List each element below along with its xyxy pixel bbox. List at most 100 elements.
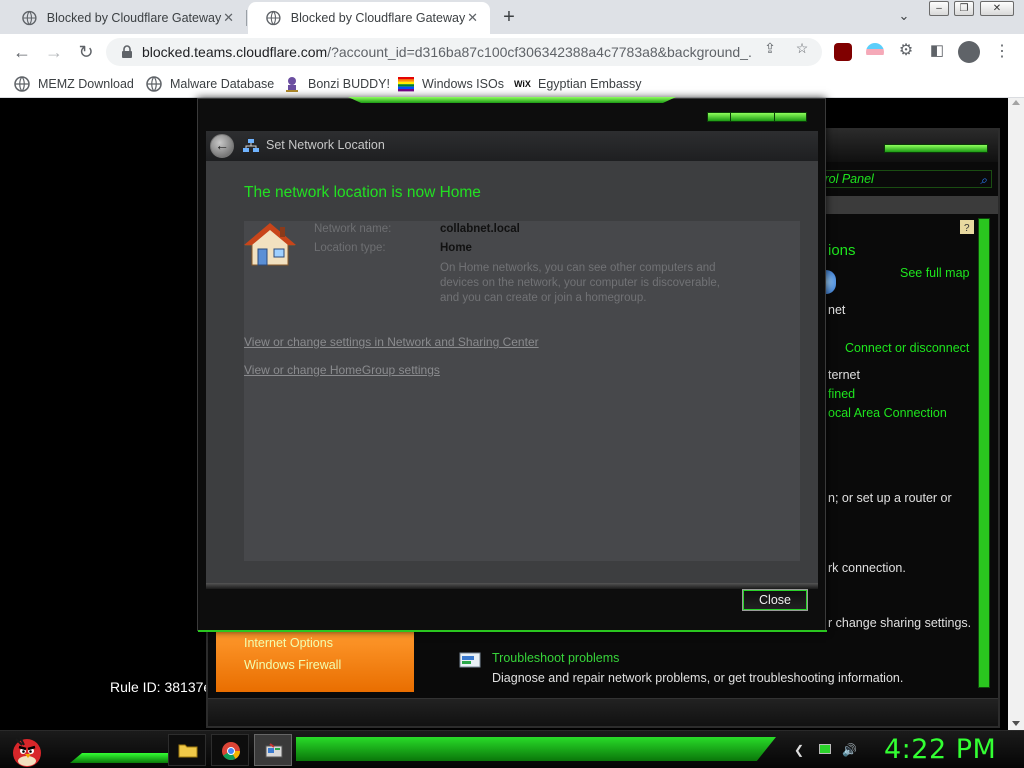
new-tab-button[interactable]: + <box>498 6 520 28</box>
taskbar-clock[interactable]: 4:22 PM <box>884 734 996 765</box>
bonzi-icon <box>286 77 298 92</box>
profile-avatar[interactable] <box>958 41 980 63</box>
dialog-heading: The network location is now Home <box>244 184 481 201</box>
bookmark-bonzi-buddy[interactable]: Bonzi BUDDY! <box>284 75 390 93</box>
taskbar-accent <box>296 737 776 761</box>
minimize-button[interactable]: – <box>929 1 949 16</box>
share-icon[interactable]: ⇪ <box>762 40 778 56</box>
forward-arrow-icon[interactable]: → <box>42 41 66 65</box>
bookmark-label: Windows ISOs <box>422 77 504 91</box>
restore-button[interactable]: ❐ <box>954 1 974 16</box>
ublock-icon[interactable] <box>834 43 852 61</box>
globe-fragment-icon <box>826 270 836 294</box>
extensions-puzzle-icon[interactable]: ⚙ <box>898 43 914 59</box>
volume-icon[interactable]: 🔊 <box>842 743 857 757</box>
search-icon[interactable]: ⌕ <box>980 172 987 187</box>
home-house-icon <box>244 223 296 266</box>
control-panel-window-controls[interactable] <box>884 144 988 153</box>
address-bar[interactable]: blocked.teams.cloudflare.com/?account_id… <box>106 38 822 66</box>
sharing-text-fragment: r change sharing settings. <box>828 616 972 630</box>
globe-icon <box>22 10 37 26</box>
local-area-connection-link[interactable]: ocal Area Connection <box>828 406 947 420</box>
scroll-down-arrow-icon[interactable] <box>1012 721 1020 726</box>
taskbar-control-panel[interactable] <box>254 734 292 766</box>
see-full-map-link[interactable]: See full map <box>900 266 969 280</box>
globe-icon <box>146 76 162 92</box>
dialog-separator <box>206 583 818 589</box>
dialog-header: ← Set Network Location <box>206 131 818 161</box>
help-icon[interactable]: ? <box>960 220 974 234</box>
bookmark-label: Bonzi BUDDY! <box>308 77 390 91</box>
tab-separator <box>246 10 247 26</box>
internet-options-link[interactable]: Internet Options <box>244 636 333 650</box>
dialog-title: Set Network Location <box>266 138 385 152</box>
page-scrollbar[interactable] <box>1008 98 1024 730</box>
back-arrow-icon[interactable]: ← <box>10 41 34 65</box>
close-window-button[interactable]: ✕ <box>980 1 1014 16</box>
url-host: blocked.teams.cloudflare.com <box>142 44 328 60</box>
control-panel-icon <box>265 743 283 758</box>
network-sharing-center-link[interactable]: View or change settings in Network and S… <box>244 335 539 349</box>
bookmark-label: MEMZ Download <box>38 77 134 91</box>
dialog-window-controls[interactable] <box>707 112 807 122</box>
router-text-fragment: n; or set up a router or <box>828 491 952 505</box>
troubleshoot-problems-link[interactable]: Troubleshoot problems <box>492 651 619 665</box>
location-description: On Home networks, you can see other comp… <box>440 262 720 304</box>
network-name-value: collabnet.local <box>440 223 520 235</box>
close-button[interactable]: Close <box>742 589 808 611</box>
control-panel-search-input[interactable]: trol Panel ⌕ <box>816 170 992 188</box>
chrome-icon <box>222 742 240 761</box>
taskbar: ❮ 🔊 4:22 PM <box>0 730 1024 768</box>
control-panel-scrollbar[interactable] <box>978 218 990 688</box>
extension-flag-icon[interactable] <box>866 43 884 61</box>
connection-text-fragment: rk connection. <box>828 561 906 575</box>
location-type-label: Location type: <box>314 242 386 254</box>
section-heading-fragment: ions <box>828 242 856 259</box>
network-info-panel: Network name: collabnet.local Location t… <box>244 221 800 561</box>
start-button-angry-bird-icon[interactable] <box>8 731 46 768</box>
page-content: Rule ID: 38137e trol Panel ⌕ ? ions See … <box>0 97 1024 730</box>
internet-fragment: ternet <box>828 368 860 382</box>
chrome-menu-icon[interactable]: ⋮ <box>994 41 1010 63</box>
troubleshoot-icon <box>459 652 481 668</box>
network-name-label: Network name: <box>314 223 392 235</box>
bookmark-memz[interactable]: MEMZ Download <box>14 75 134 93</box>
bookmark-windows-isos[interactable]: Windows ISOs <box>398 75 504 93</box>
side-panel-icon[interactable]: ◧ <box>929 43 945 59</box>
svg-text:?: ? <box>964 223 970 234</box>
url-path: /?account_id=d316ba87c100cf306342388a4c7… <box>327 44 752 60</box>
dialog-bottom-accent <box>198 630 827 632</box>
browser-toolbar: ← → ↻ blocked.teams.cloudflare.com/?acco… <box>0 34 1024 70</box>
url-text: blocked.teams.cloudflare.com/?account_id… <box>142 44 752 60</box>
windows-firewall-link[interactable]: Windows Firewall <box>244 658 341 672</box>
globe-icon <box>266 10 281 26</box>
tab-2[interactable]: Blocked by Cloudflare Gateway ✕ <box>248 2 490 34</box>
lock-icon[interactable] <box>120 45 134 59</box>
tray-back-icon[interactable]: ❮ <box>792 743 806 757</box>
search-placeholder: trol Panel <box>821 172 874 186</box>
close-tab-icon[interactable]: ✕ <box>465 10 480 26</box>
homegroup-settings-link[interactable]: View or change HomeGroup settings <box>244 363 440 377</box>
reload-icon[interactable]: ↻ <box>74 41 98 65</box>
tab-search-chevron-icon[interactable]: ⌄ <box>894 8 914 28</box>
bookmark-malware-database[interactable]: Malware Database <box>146 75 274 93</box>
screen: Blocked by Cloudflare Gateway ✕ Blocked … <box>0 0 1024 768</box>
close-tab-icon[interactable]: ✕ <box>221 10 236 26</box>
back-button[interactable]: ← <box>210 134 234 158</box>
tab-1[interactable]: Blocked by Cloudflare Gateway ✕ <box>4 2 246 34</box>
network-tray-icon[interactable] <box>818 743 832 757</box>
rule-id-text: Rule ID: 38137e <box>110 679 212 695</box>
dialog-body: ← Set Network Location The network locat… <box>206 131 818 583</box>
bookmark-star-icon[interactable]: ☆ <box>794 40 810 56</box>
connect-or-disconnect-link[interactable]: Connect or disconnect <box>845 341 969 355</box>
dialog-accent <box>348 97 676 103</box>
scroll-up-arrow-icon[interactable] <box>1012 100 1020 105</box>
control-panel-statusbar <box>208 698 998 726</box>
defined-fragment: fined <box>828 387 856 401</box>
network-label-fragment: net <box>828 303 846 317</box>
taskbar-file-explorer[interactable] <box>168 734 206 766</box>
troubleshoot-description: Diagnose and repair network problems, or… <box>492 671 904 685</box>
tab-title: Blocked by Cloudflare Gateway <box>290 11 466 25</box>
bookmark-egyptian-embassy[interactable]: WiX Egyptian Embassy <box>514 75 642 93</box>
taskbar-chrome[interactable] <box>211 734 249 766</box>
